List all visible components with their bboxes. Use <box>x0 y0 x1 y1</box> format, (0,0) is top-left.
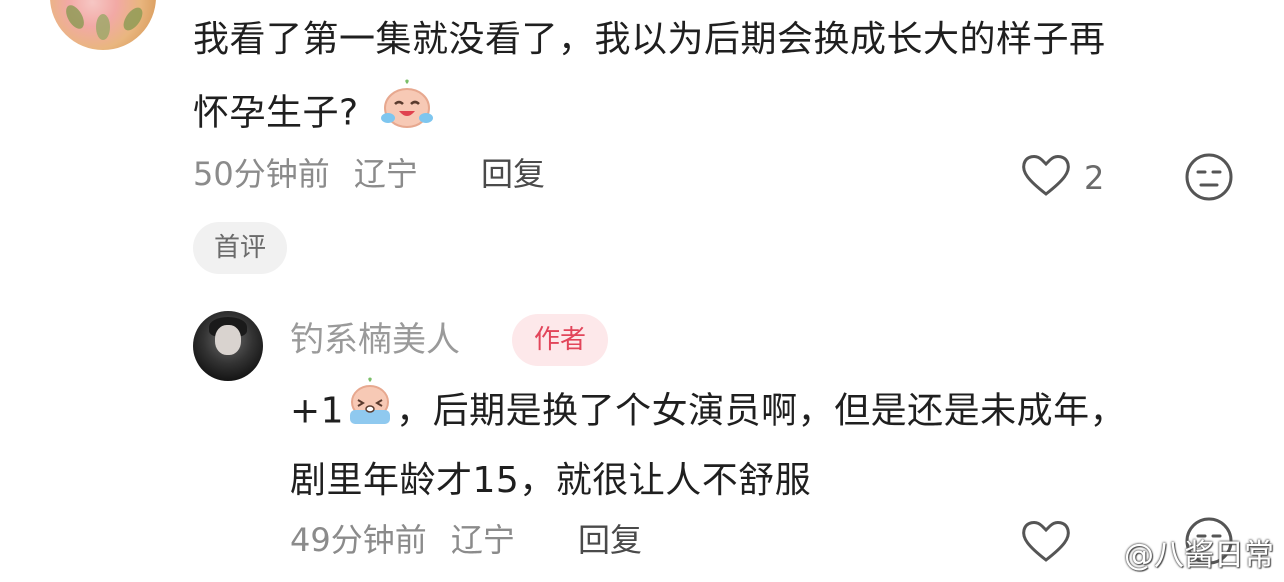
reply-button[interactable]: 回复 <box>578 520 642 560</box>
heart-outline-icon <box>1022 521 1070 562</box>
comment-location: 辽宁 <box>353 155 418 193</box>
avatar[interactable] <box>50 0 156 50</box>
comment-text: +1 ，后期是换了个女演员啊，但是还是未成年， 剧里年龄才15，就很让人不舒服 <box>290 376 1250 513</box>
comment-text-line: +1 ，后期是换了个女演员啊，但是还是未成年， <box>290 376 1250 449</box>
reply-button[interactable]: 回复 <box>481 154 545 194</box>
comment-time: 49分钟前 <box>290 521 427 559</box>
comment-text: 我看了第一集就没看了，我以为后期会换成长大的样子再 怀孕生子? <box>193 8 1253 153</box>
first-comment-badge: 首评 <box>193 222 287 274</box>
comment-text-line: 我看了第一集就没看了，我以为后期会换成长大的样子再 <box>193 19 1106 60</box>
comment-text-line: 剧里年龄才15，就很让人不舒服 <box>290 460 812 501</box>
comment-text-fragment: ，后期是换了个女演员啊，但是还是未成年， <box>396 390 1127 432</box>
comment-location: 辽宁 <box>450 521 515 559</box>
avatar[interactable] <box>193 311 263 381</box>
watermark-text: @八酱日常 <box>1124 538 1274 573</box>
like-count: 2 <box>1084 159 1105 197</box>
comment-thread: 我看了第一集就没看了，我以为后期会换成长大的样子再 怀孕生子? 50分钟前 辽宁… <box>0 0 1284 582</box>
weibo-logo-icon <box>1084 543 1117 571</box>
username[interactable]: 钓系楠美人 <box>290 320 460 360</box>
comment-meta: 50分钟前 辽宁 <box>193 154 418 194</box>
crying-peach-emoji <box>344 376 396 449</box>
author-badge: 作者 <box>512 314 608 366</box>
comment-text-fragment: 怀孕生子? <box>193 92 359 134</box>
comment-meta: 49分钟前 辽宁 <box>290 520 515 560</box>
watermark: @八酱日常 <box>1084 538 1274 574</box>
dislike-button[interactable] <box>1184 152 1234 206</box>
dislike-face-icon <box>1185 153 1233 201</box>
crying-laughing-peach-emoji <box>379 76 435 153</box>
heart-outline-icon <box>1022 155 1070 196</box>
comment-text-fragment: +1 <box>290 390 345 432</box>
comment-time: 50分钟前 <box>193 155 330 193</box>
comment-text-line: 怀孕生子? <box>193 76 1253 153</box>
like-button[interactable] <box>1020 518 1072 568</box>
like-button[interactable] <box>1020 152 1072 202</box>
